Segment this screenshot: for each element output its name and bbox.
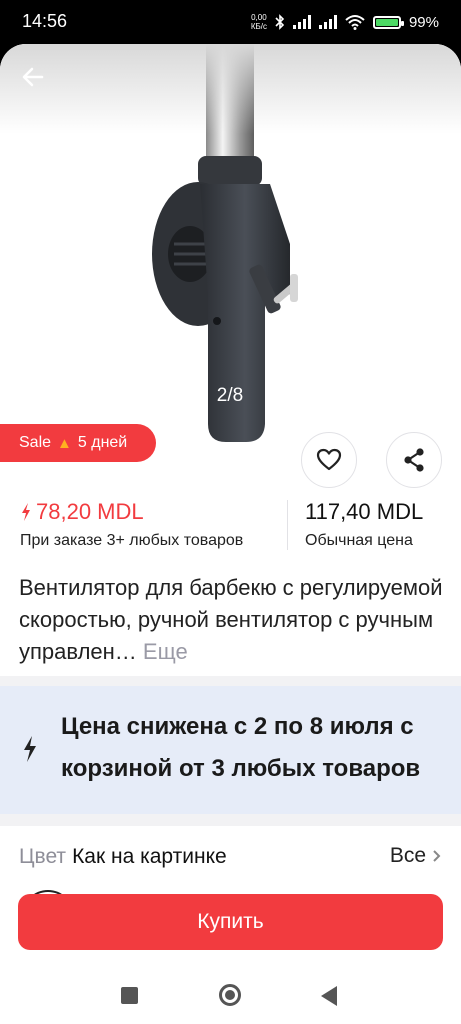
section-divider-2 bbox=[0, 814, 461, 826]
more-link[interactable]: Еще bbox=[143, 639, 188, 664]
battery-percent: 99% bbox=[408, 13, 439, 31]
nav-back-icon[interactable] bbox=[321, 986, 337, 1006]
promo-price-value: 78,20 MDL bbox=[36, 499, 144, 524]
battery-icon bbox=[372, 15, 404, 29]
back-arrow-icon[interactable] bbox=[18, 62, 48, 92]
promo-price-block: 78,20 MDL При заказе 3+ любых товаров bbox=[20, 499, 243, 550]
promo-banner-text: Цена снижена с 2 по 8 июля с корзиной от… bbox=[61, 713, 421, 782]
net-speed-value: 0,00 bbox=[251, 13, 267, 22]
lightning-icon bbox=[22, 503, 30, 521]
favorite-button[interactable] bbox=[301, 432, 357, 488]
section-divider bbox=[0, 676, 461, 686]
product-title[interactable]: Вентилятор для барбекю с регулируемой ск… bbox=[19, 572, 444, 668]
product-title-text: Вентилятор для барбекю с регулируемой ск… bbox=[19, 575, 443, 664]
signal-icon bbox=[292, 15, 311, 29]
promo-banner: Цена снижена с 2 по 8 июля с корзиной от… bbox=[0, 686, 461, 814]
promo-price-note: При заказе 3+ любых товаров bbox=[20, 532, 244, 549]
lightning-icon bbox=[24, 736, 36, 762]
sale-label: Sale bbox=[19, 434, 52, 451]
bluetooth-icon bbox=[275, 14, 285, 30]
all-options-link[interactable]: Все bbox=[390, 844, 441, 868]
regular-price-value: 117,40 MDL bbox=[305, 499, 424, 524]
regular-price-note: Обычная цена bbox=[305, 532, 413, 549]
net-speed: 0,00 КБ/с bbox=[251, 13, 267, 31]
wifi-icon bbox=[345, 15, 365, 30]
share-button[interactable] bbox=[386, 432, 442, 488]
status-time: 14:56 bbox=[22, 11, 68, 31]
status-bar: 14:56 0,00 КБ/с 99% bbox=[0, 0, 461, 44]
price-divider bbox=[287, 500, 288, 550]
sale-badge: Sale ▲ 5 дней bbox=[0, 424, 156, 462]
heart-icon bbox=[316, 448, 342, 471]
status-icons: 0,00 КБ/с 99% bbox=[251, 9, 439, 35]
color-option-row[interactable]: Цвет Как на картинке Все bbox=[19, 842, 441, 872]
net-speed-unit: КБ/с bbox=[250, 22, 267, 31]
home-icon[interactable] bbox=[219, 984, 241, 1006]
system-nav-bar bbox=[0, 972, 461, 1024]
product-screen: 2/8 Sale ▲ 5 дней 78,20 MDL При заказе 3… bbox=[0, 44, 461, 1024]
image-gallery[interactable]: 2/8 bbox=[0, 44, 461, 476]
signal-icon-2 bbox=[318, 15, 337, 29]
image-counter: 2/8 bbox=[216, 385, 244, 406]
share-icon bbox=[404, 448, 424, 472]
recents-icon[interactable] bbox=[121, 987, 138, 1004]
chevron-right-icon bbox=[433, 850, 441, 862]
color-value: Как на картинке bbox=[72, 845, 227, 868]
sale-days: 5 дней bbox=[77, 434, 128, 451]
promo-price: 78,20 MDL bbox=[20, 499, 243, 525]
flame-icon: ▲ bbox=[57, 434, 72, 452]
color-label: Цвет bbox=[19, 845, 67, 868]
top-gradient bbox=[0, 44, 461, 134]
regular-price-block: 117,40 MDL Обычная цена bbox=[305, 499, 423, 550]
buy-button[interactable]: Купить bbox=[18, 894, 443, 950]
all-options-label: Все bbox=[389, 844, 426, 867]
